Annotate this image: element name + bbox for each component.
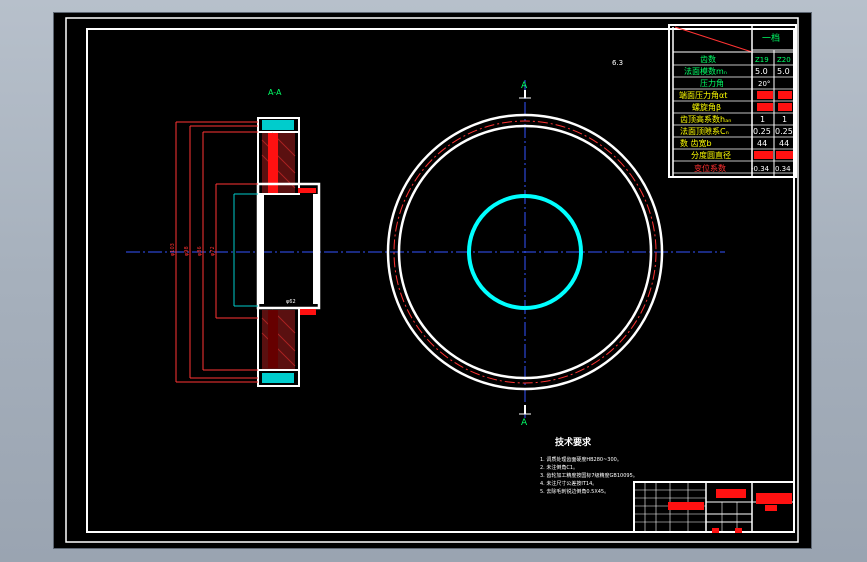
dim-label-3: φ86 xyxy=(197,246,203,256)
param-row-6-v2: 0.25 xyxy=(775,127,793,136)
param-row-7-v2: 44 xyxy=(779,139,789,148)
param-row-4-label: 螺旋角β xyxy=(692,102,721,112)
dim-label-2: φ98 xyxy=(184,246,190,256)
hub-dim-note: φ62 xyxy=(286,299,296,305)
dim-label-1: φ103 xyxy=(170,243,176,256)
section-mark-top: A xyxy=(521,81,528,91)
technical-requirements: 技术要求 1. 调质处理齿面硬度HB280~300。 2. 未注倒角C1。 3.… xyxy=(540,436,638,495)
param-row-1-v1: 5.0 xyxy=(755,67,768,76)
param-row-9-label: 变位系数 xyxy=(694,163,726,173)
param-row-5-v1: 1 xyxy=(760,115,765,124)
param-row-2-v1: 20° xyxy=(758,80,770,88)
param-row-2-label: 压力角 xyxy=(700,78,724,88)
section-mark-bottom: A xyxy=(521,418,528,428)
param-row-0-v1: Z19 xyxy=(755,56,769,64)
tech-req-item-2: 2. 未注倒角C1。 xyxy=(540,464,578,471)
tech-req-title: 技术要求 xyxy=(555,436,592,448)
param-row-1-label: 法面模数mₙ xyxy=(684,66,727,76)
roughness-note: 6.3 xyxy=(612,59,623,67)
cad-drawing: A A A-A 6.3 φ62 φ103 φ98 φ86 φ72 一档 齿数 Z… xyxy=(65,17,799,543)
tech-req-item-1: 1. 调质处理齿面硬度HB280~300。 xyxy=(540,456,622,463)
param-row-7-v1: 44 xyxy=(757,139,767,148)
param-row-9-v2: 0.34 xyxy=(775,165,791,173)
tech-req-item-5: 5. 去除毛刺锐边倒角0.5X45。 xyxy=(540,488,609,495)
param-row-9-v1: -0.34 xyxy=(751,165,770,173)
param-row-0-label: 齿数 xyxy=(700,54,716,64)
tech-req-item-3: 3. 齿轮加工精度按国标7级精度GB10095。 xyxy=(540,472,638,479)
param-row-5-v2: 1 xyxy=(782,115,787,124)
section-view-label: A-A xyxy=(268,88,282,97)
gear-parameter-table: 一档 齿数 Z19 Z20 法面模数mₙ 5.0 5.0 压力角 20° 端面压… xyxy=(668,24,797,178)
param-row-1-v2: 5.0 xyxy=(777,67,790,76)
title-block-company xyxy=(756,493,792,504)
param-row-0-v2: Z20 xyxy=(777,56,791,64)
dim-label-4: φ72 xyxy=(210,246,216,256)
param-table-header: 一档 xyxy=(762,32,780,44)
inner-border xyxy=(86,28,795,533)
param-row-5-label: 齿顶高系数hₐₙ xyxy=(680,114,731,124)
tech-req-item-4: 4. 未注尺寸公差按IT14。 xyxy=(540,480,597,487)
param-row-7-label: 数 齿宽b xyxy=(680,138,712,148)
param-row-6-label: 法面顶隙系Cₙ xyxy=(680,126,729,136)
title-block-part-name xyxy=(716,489,746,498)
param-row-3-label: 端面压力角αt xyxy=(679,90,727,100)
param-row-8-label: 分度圆直径 xyxy=(691,150,731,160)
param-row-6-v1: 0.25 xyxy=(753,127,771,136)
